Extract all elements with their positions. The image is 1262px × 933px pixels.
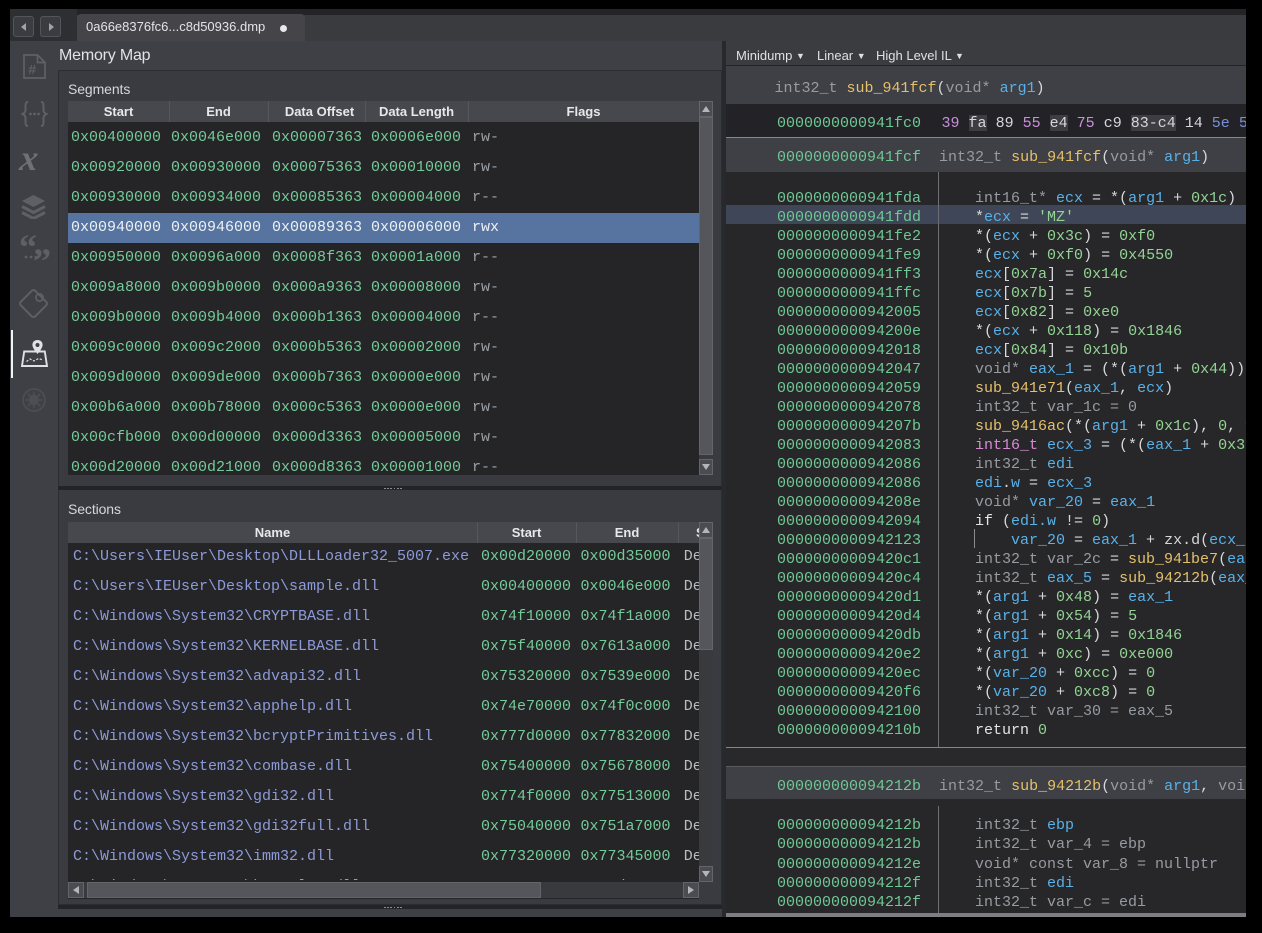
svg-text:#: #: [28, 63, 36, 79]
